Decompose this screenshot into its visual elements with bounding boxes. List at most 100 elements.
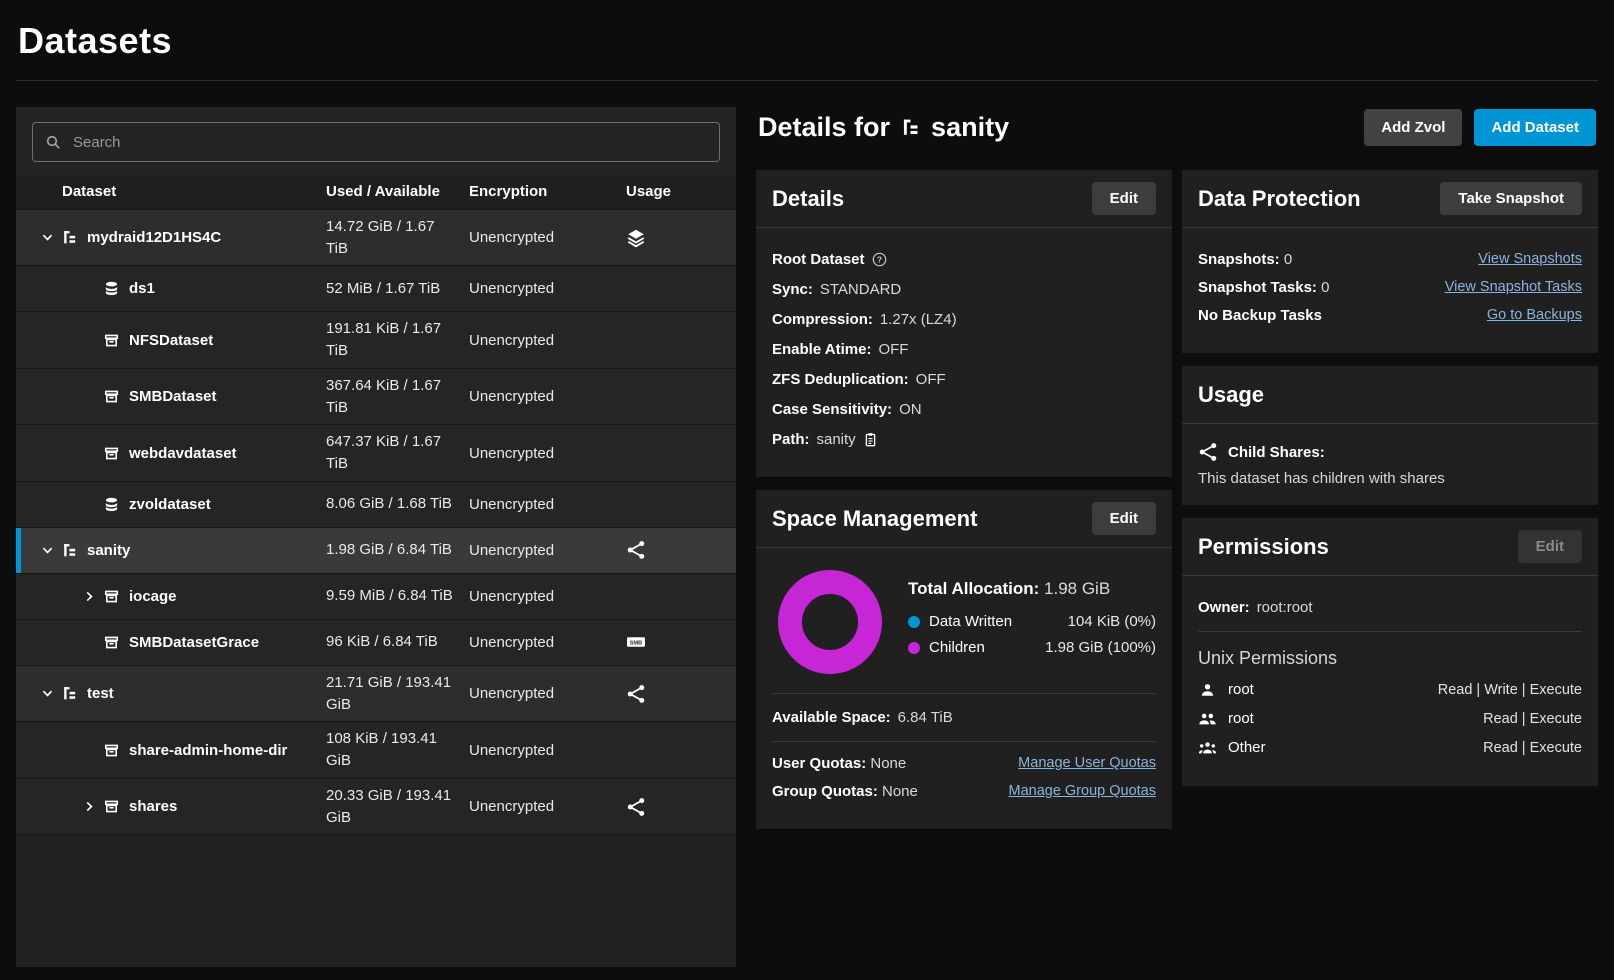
root-dataset-icon <box>61 229 87 246</box>
data-protection-card: Data Protection Take Snapshot Snapshots:… <box>1182 170 1598 353</box>
chevron-down-icon[interactable] <box>34 541 61 559</box>
protection-link[interactable]: View Snapshot Tasks <box>1445 279 1582 295</box>
table-row[interactable]: zvoldataset8.06 GiB / 1.68 TiBUnencrypte… <box>16 482 736 528</box>
dataset-icon <box>103 742 129 759</box>
legend-dot <box>908 642 920 654</box>
permission-owner-name: root <box>1228 710 1254 727</box>
protection-label: Snapshots: <box>1198 251 1280 268</box>
divider <box>772 741 1156 742</box>
dataset-tree-panel: Dataset Used / Available Encryption Usag… <box>16 107 736 967</box>
table-row[interactable]: share-admin-home-dir108 KiB / 193.41 GiB… <box>16 722 736 779</box>
space-edit-button[interactable]: Edit <box>1092 502 1156 535</box>
permissions-edit-button[interactable]: Edit <box>1518 530 1582 563</box>
dataset-icon <box>103 588 129 605</box>
quota-row: Group Quotas: None Manage Group Quotas <box>772 783 1156 800</box>
details-row-label: Sync: <box>772 281 813 298</box>
quota-manage-link[interactable]: Manage User Quotas <box>1018 755 1156 771</box>
table-row[interactable]: shares20.33 GiB / 193.41 GiBUnencrypted <box>16 779 736 836</box>
legend-value: 104 KiB (0%) <box>1068 613 1156 630</box>
protection-card-header: Data Protection Take Snapshot <box>1182 170 1598 228</box>
permission-row: root Read | Execute <box>1198 710 1582 727</box>
dataset-name: share-admin-home-dir <box>129 742 293 759</box>
table-row[interactable]: mydraid12D1HS4C14.72 GiB / 1.67 TiBUnenc… <box>16 210 736 267</box>
encryption-state: Unencrypted <box>469 439 612 468</box>
search-input[interactable] <box>71 133 707 152</box>
protection-link[interactable]: View Snapshots <box>1478 251 1582 267</box>
search-area <box>16 107 736 175</box>
expander-spacer <box>76 495 103 513</box>
details-row: ZFS Deduplication: OFF <box>772 369 1156 390</box>
dataset-name: sanity <box>87 542 136 559</box>
column-header-used-available: Used / Available <box>326 175 469 209</box>
divider <box>1198 631 1582 632</box>
table-row[interactable]: sanity1.98 GiB / 6.84 TiBUnencrypted <box>16 528 736 574</box>
table-row[interactable]: ds152 MiB / 1.67 TiBUnencrypted <box>16 266 736 312</box>
permission-rights: Read | Execute <box>1483 711 1582 727</box>
column-header-encryption: Encryption <box>469 177 612 206</box>
used-available-value: 96 KiB / 6.84 TiB <box>326 625 469 659</box>
copy-icon[interactable] <box>863 432 878 447</box>
details-for-label: Details for <box>758 112 890 143</box>
details-row-value: OFF <box>916 371 946 388</box>
quota-value: None <box>882 783 918 800</box>
search-icon <box>45 134 61 150</box>
protection-value: 0 <box>1284 251 1292 268</box>
take-snapshot-button[interactable]: Take Snapshot <box>1440 182 1582 215</box>
owner-row: Owner: root:root <box>1198 597 1582 618</box>
total-allocation: Total Allocation: 1.98 GiB <box>908 579 1156 599</box>
unix-permissions-heading: Unix Permissions <box>1198 648 1582 669</box>
add-dataset-button[interactable]: Add Dataset <box>1474 109 1596 146</box>
dataset-icon <box>103 332 129 349</box>
legend-value: 1.98 GiB (100%) <box>1045 639 1156 656</box>
cards-right-column: Data Protection Take Snapshot Snapshots:… <box>1182 170 1598 786</box>
permission-row: OtherRead | Execute <box>1198 739 1582 756</box>
root-dataset-icon <box>900 117 921 138</box>
share-icon <box>626 797 646 817</box>
chevron-down-icon[interactable] <box>34 229 61 247</box>
quota-label: Group Quotas: <box>772 783 878 800</box>
dataset-icon <box>103 634 129 651</box>
details-row-label: ZFS Deduplication: <box>772 371 909 388</box>
table-row[interactable]: SMBDatasetGrace96 KiB / 6.84 TiBUnencryp… <box>16 620 736 666</box>
space-management-card: Space Management Edit Total Allocati <box>756 490 1172 829</box>
quota-manage-link[interactable]: Manage Group Quotas <box>1008 783 1156 799</box>
table-row[interactable]: test21.71 GiB / 193.41 GiBUnencrypted <box>16 666 736 723</box>
permission-row: rootRead | Write | Execute <box>1198 681 1582 698</box>
table-row[interactable]: webdavdataset647.37 KiB / 1.67 TiBUnencr… <box>16 425 736 482</box>
protection-value: 0 <box>1321 279 1329 296</box>
expander-spacer <box>76 280 103 298</box>
other-icon <box>1198 740 1217 756</box>
search-box[interactable] <box>32 122 720 162</box>
total-allocation-label: Total Allocation: <box>908 579 1039 598</box>
permission-rights: Read | Write | Execute <box>1438 682 1582 698</box>
available-space-value: 6.84 TiB <box>898 709 953 726</box>
add-zvol-button[interactable]: Add Zvol <box>1364 109 1462 146</box>
permissions-card-body: Owner: root:root Unix Permissions rootRe… <box>1182 576 1598 786</box>
protection-card-body: Snapshots: 0View SnapshotsSnapshot Tasks… <box>1182 228 1598 353</box>
dataset-icon <box>103 445 129 462</box>
details-row-label: Compression: <box>772 311 873 328</box>
used-available-value: 52 MiB / 1.67 TiB <box>326 272 469 306</box>
table-row[interactable]: iocage9.59 MiB / 6.84 TiBUnencrypted <box>16 574 736 620</box>
table-footer-filler <box>16 835 736 967</box>
total-allocation-value: 1.98 GiB <box>1044 579 1110 598</box>
protection-card-title: Data Protection <box>1198 186 1361 212</box>
protection-row: Snapshot Tasks: 0View Snapshot Tasks <box>1198 279 1582 296</box>
table-row[interactable]: NFSDataset191.81 KiB / 1.67 TiBUnencrypt… <box>16 312 736 369</box>
details-row: Root Dataset? <box>772 249 1156 270</box>
details-row-value: OFF <box>878 341 908 358</box>
encryption-state: Unencrypted <box>469 274 612 303</box>
chevron-right-icon[interactable] <box>76 798 103 816</box>
protection-row: Snapshots: 0 View Snapshots <box>1198 251 1582 268</box>
column-header-usage: Usage <box>612 183 736 200</box>
details-edit-button[interactable]: Edit <box>1092 182 1156 215</box>
table-row[interactable]: SMBDataset367.64 KiB / 1.67 TiBUnencrypt… <box>16 369 736 426</box>
protection-link[interactable]: Go to Backups <box>1487 307 1582 323</box>
chevron-down-icon[interactable] <box>34 685 61 703</box>
used-available-value: 1.98 GiB / 6.84 TiB <box>326 533 469 567</box>
chevron-right-icon[interactable] <box>76 587 103 605</box>
dataset-name: shares <box>129 798 183 815</box>
group-icon <box>1198 711 1217 727</box>
legend-row: Data Written104 KiB (0%) <box>908 613 1156 630</box>
details-row-value: sanity <box>817 431 856 448</box>
